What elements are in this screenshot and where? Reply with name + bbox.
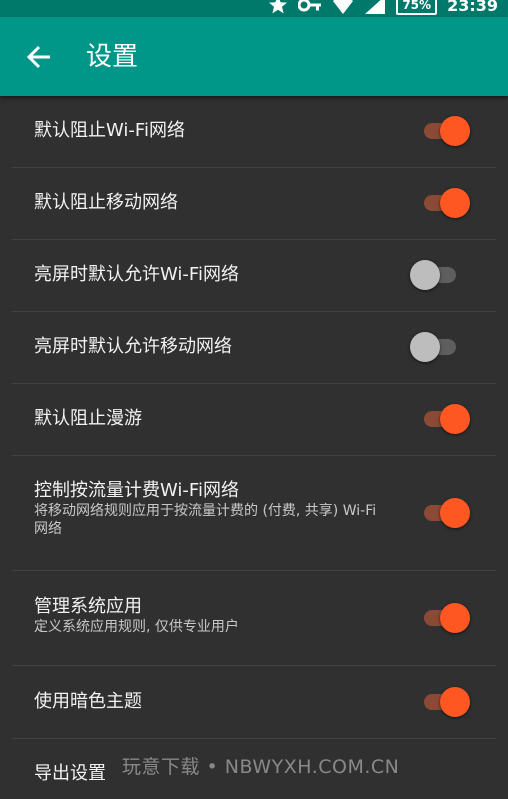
star-icon bbox=[268, 0, 288, 15]
watermark: 玩意下载 • NBWYXH.COM.CN bbox=[122, 756, 400, 778]
setting-metered-wifi[interactable]: 控制按流量计费Wi-Fi网络 将移动网络规则应用于按流量计费的 (付费, 共享)… bbox=[12, 456, 496, 571]
setting-title: 默认阻止移动网络 bbox=[34, 192, 178, 213]
page-title: 设置 bbox=[86, 42, 139, 72]
setting-title: 默认阻止Wi-Fi网络 bbox=[34, 120, 185, 141]
back-button[interactable] bbox=[22, 40, 56, 74]
block-roaming-switch[interactable] bbox=[420, 404, 470, 434]
status-bar: 75% 23:39 bbox=[0, 0, 508, 17]
setting-title: 亮屏时默认允许Wi-Fi网络 bbox=[34, 264, 239, 285]
metered-wifi-switch[interactable] bbox=[420, 498, 470, 528]
setting-summary: 定义系统应用规则, 仅供专业用户 bbox=[34, 619, 239, 635]
arrow-back-icon bbox=[26, 45, 50, 69]
setting-title: 亮屏时默认允许移动网络 bbox=[34, 336, 232, 357]
screen-on-wifi-switch[interactable] bbox=[410, 260, 460, 290]
block-wifi-switch[interactable] bbox=[420, 116, 470, 146]
dark-theme-switch[interactable] bbox=[420, 687, 470, 717]
setting-screen-on-mobile[interactable]: 亮屏时默认允许移动网络 bbox=[12, 312, 496, 384]
setting-title: 使用暗色主题 bbox=[34, 691, 142, 712]
block-mobile-switch[interactable] bbox=[420, 188, 470, 218]
setting-dark-theme[interactable]: 使用暗色主题 bbox=[12, 666, 496, 739]
setting-title: 管理系统应用 bbox=[34, 596, 142, 617]
setting-summary: 将移动网络规则应用于按流量计费的 (付费, 共享) Wi-Fi网络 bbox=[34, 503, 377, 537]
setting-title: 控制按流量计费Wi-Fi网络 bbox=[34, 480, 239, 501]
setting-block-roaming[interactable]: 默认阻止漫游 bbox=[12, 384, 496, 456]
setting-block-mobile[interactable]: 默认阻止移动网络 bbox=[12, 168, 496, 240]
key-icon bbox=[298, 0, 322, 15]
battery-indicator: 75% bbox=[396, 0, 438, 15]
wifi-icon bbox=[332, 0, 354, 15]
status-time: 23:39 bbox=[447, 0, 498, 15]
setting-title: 默认阻止漫游 bbox=[34, 408, 142, 429]
setting-screen-on-wifi[interactable]: 亮屏时默认允许Wi-Fi网络 bbox=[12, 240, 496, 312]
setting-block-wifi[interactable]: 默认阻止Wi-Fi网络 bbox=[12, 96, 496, 168]
signal-icon bbox=[364, 0, 386, 15]
setting-manage-system[interactable]: 管理系统应用 定义系统应用规则, 仅供专业用户 bbox=[12, 571, 496, 666]
manage-system-switch[interactable] bbox=[420, 603, 470, 633]
settings-list: 默认阻止Wi-Fi网络 默认阻止移动网络 亮屏时默认允许Wi-Fi网络 亮屏时默… bbox=[0, 96, 508, 799]
setting-title: 导出设置 bbox=[34, 763, 106, 784]
app-bar: 设置 bbox=[0, 17, 508, 96]
status-icons: 75% 23:39 bbox=[268, 0, 498, 16]
screen-on-mobile-switch[interactable] bbox=[410, 332, 460, 362]
